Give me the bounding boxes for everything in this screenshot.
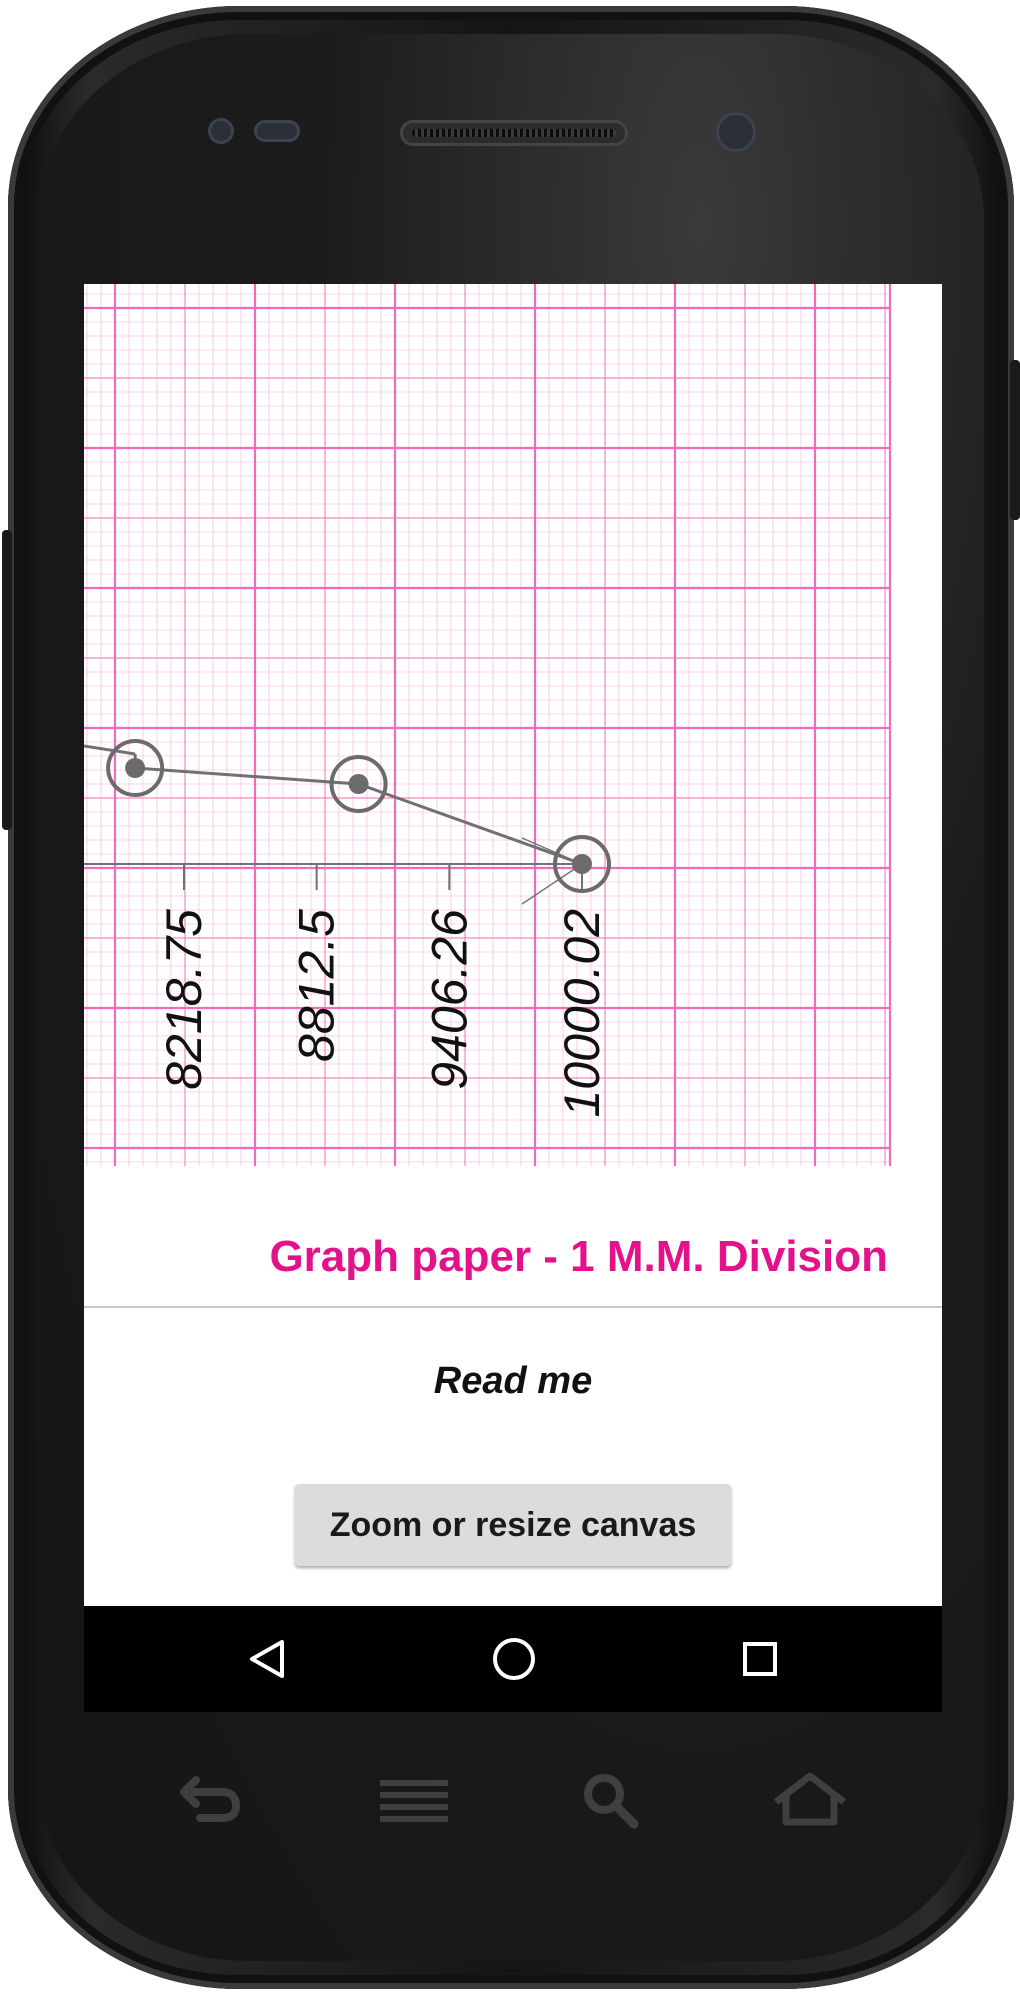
divider bbox=[84, 1306, 942, 1308]
volume-button bbox=[2, 530, 12, 830]
system-navigation-bar bbox=[84, 1606, 942, 1712]
home-circle-icon bbox=[493, 1638, 535, 1680]
nav-back-button[interactable] bbox=[206, 1606, 326, 1712]
front-camera bbox=[716, 112, 756, 152]
zoom-resize-button[interactable]: Zoom or resize canvas bbox=[295, 1484, 731, 1566]
graph-paper-svg: 8218.75 8812.5 9406.26 10000.02 bbox=[84, 284, 892, 1166]
power-button bbox=[1010, 360, 1020, 520]
proximity-sensor bbox=[208, 118, 234, 144]
hw-menu-lines-icon[interactable] bbox=[374, 1770, 454, 1830]
graph-title: Graph paper - 1 M.M. Division bbox=[269, 1232, 888, 1281]
hw-back-arrow-icon[interactable] bbox=[170, 1770, 250, 1830]
app-screen: 8218.75 8812.5 9406.26 10000.02 Graph paper… bbox=[84, 284, 942, 1606]
x-axis-tick-label: 8812.5 bbox=[289, 909, 345, 1062]
x-axis-tick-label: 9406.26 bbox=[421, 909, 477, 1090]
x-axis-tick-label: 8218.75 bbox=[156, 909, 212, 1090]
data-point bbox=[348, 774, 369, 794]
light-sensor bbox=[254, 120, 300, 142]
nav-recents-button[interactable] bbox=[700, 1606, 820, 1712]
data-point bbox=[125, 758, 146, 778]
read-me-link[interactable]: Read me bbox=[84, 1360, 942, 1403]
data-point bbox=[572, 854, 592, 874]
hw-home-house-icon[interactable] bbox=[770, 1770, 850, 1830]
x-axis-tick-label: 10000.02 bbox=[554, 909, 610, 1118]
earpiece-speaker bbox=[400, 120, 628, 146]
hw-search-icon[interactable] bbox=[578, 1770, 648, 1830]
back-triangle-icon bbox=[250, 1640, 284, 1678]
recents-square-icon bbox=[743, 1642, 777, 1676]
nav-home-button[interactable] bbox=[454, 1606, 574, 1712]
graph-canvas[interactable]: 8218.75 8812.5 9406.26 10000.02 bbox=[84, 284, 942, 1166]
